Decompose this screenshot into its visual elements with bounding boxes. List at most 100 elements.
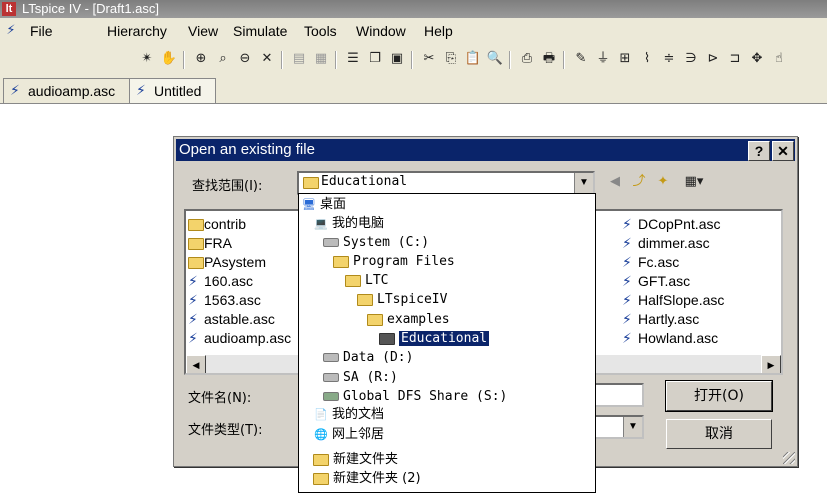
cancel-button[interactable]: 取消 [666,419,772,449]
capacitor-icon[interactable]: ≑ [660,50,678,68]
dropdown-item-ltc[interactable]: LTC [345,271,388,290]
new-folder-icon[interactable]: ✦ [654,173,672,191]
list-item[interactable]: ⚡ astable.asc [188,310,275,329]
dropdown-item-new-folder-2[interactable]: 新建文件夹 (2) [313,469,421,488]
my-documents-icon: 📄 [314,407,328,421]
ground-icon[interactable]: ⏚ [594,50,612,68]
move-icon[interactable]: ✥ [748,50,766,68]
inductor-icon[interactable]: ∋ [682,50,700,68]
zoom-area-icon[interactable]: ⌕ [214,50,232,68]
menu-view[interactable]: View [188,23,218,39]
menu-simulate[interactable]: Simulate [233,23,287,39]
chevron-down-icon[interactable]: ▼ [623,417,642,437]
folder-icon [188,238,204,251]
menu-tools[interactable]: Tools [304,23,337,39]
back-icon[interactable]: ◀ [606,173,624,191]
component-icon[interactable]: ⊐ [726,50,744,68]
zoom-fit-icon[interactable]: ✕ [258,50,276,68]
dropdown-item-network-places[interactable]: 🌐 网上邻居 [313,425,384,444]
cascade-icon[interactable]: ❐ [366,50,384,68]
cut-icon[interactable]: ✂ [420,50,438,68]
up-folder-icon[interactable]: ⤴ [630,173,648,191]
schematic-icon: ⚡ [136,83,146,99]
pan-hand-icon[interactable]: ✋ [160,50,178,68]
dropdown-item-data-d[interactable]: Data (D:) [323,348,413,367]
menu-window[interactable]: Window [356,23,406,39]
desktop-icon: 🖥 [302,197,316,211]
dropdown-item-desktop[interactable]: 🖥 桌面 [301,195,346,214]
list-item[interactable]: ⚡ HalfSlope.asc [622,291,724,310]
dropdown-item-global-dfs[interactable]: Global DFS Share (S:) [323,387,507,406]
look-in-combo[interactable]: Educational ▼ [297,171,595,195]
resize-grip[interactable] [783,452,795,464]
folder-icon [313,453,329,466]
tile-horizontal-icon[interactable]: ☰ [344,50,362,68]
dropdown-item-new-folder[interactable]: 新建文件夹 [313,450,398,469]
tab-audioamp[interactable]: ⚡ audioamp.asc [3,78,131,103]
filename-input[interactable] [592,383,644,407]
look-in-dropdown-list[interactable]: 🖥 桌面 💻 我的电脑 System (C:) Program Files LTC … [298,193,596,493]
resistor-icon[interactable]: ⌇ [638,50,656,68]
list-item[interactable]: ⚡ Fc.asc [622,253,679,272]
copy-icon[interactable]: ⎘ [442,50,460,68]
list-item[interactable]: ⚡ Howland.asc [622,329,718,348]
scroll-right-icon[interactable]: ▶ [761,355,781,373]
close-window-icon[interactable]: ▣ [388,50,406,68]
folder-icon [367,313,383,326]
list-item[interactable]: contrib [188,215,246,234]
plot-settings-icon[interactable]: ▦ [312,50,330,68]
list-item[interactable]: ⚡ GFT.asc [622,272,690,291]
folder-icon [313,472,329,485]
my-computer-icon: 💻 [314,216,328,230]
view-menu-icon[interactable]: ▦▾ [680,173,708,191]
dropdown-item-sa-r[interactable]: SA (R:) [323,368,398,387]
list-item[interactable]: PAsystem [188,253,266,272]
folder-icon [345,274,361,287]
print-icon[interactable]: 🖶 [540,50,558,68]
dropdown-item-system-c[interactable]: System (C:) [323,233,429,252]
dialog-title: Open an existing file [179,141,315,158]
menu-help[interactable]: Help [424,23,453,39]
paste-icon[interactable]: 📋 [464,50,482,68]
menu-file[interactable]: File [30,23,53,39]
menu-hierarchy[interactable]: Hierarchy [107,23,167,39]
draw-wire-icon[interactable]: ✎ [572,50,590,68]
drive-icon [323,353,339,362]
chevron-down-icon[interactable]: ▼ [574,173,593,193]
list-item[interactable]: ⚡ DCopPnt.asc [622,215,720,234]
label-net-icon[interactable]: ⊞ [616,50,634,68]
dropdown-item-program-files[interactable]: Program Files [333,252,455,271]
dropdown-item-ltspiceiv[interactable]: LTspiceIV [357,290,447,309]
list-item[interactable]: ⚡ 160.asc [188,272,253,291]
list-item[interactable]: ⚡ audioamp.asc [188,329,291,348]
scroll-left-icon[interactable]: ◀ [186,355,206,373]
diode-icon[interactable]: ⊳ [704,50,722,68]
zoom-out-icon[interactable]: ⊖ [236,50,254,68]
help-button[interactable]: ? [748,141,770,161]
close-button[interactable]: ✕ [772,141,794,161]
folder-icon [303,177,319,189]
list-item[interactable]: FRA [188,234,232,253]
dropdown-item-educational[interactable]: Educational [379,329,490,348]
network-drive-icon [323,392,339,401]
open-folder-icon [379,332,395,345]
drag-hand-icon[interactable]: ☝ [770,50,788,68]
run-icon[interactable]: ✴ [138,50,156,68]
folder-icon [333,255,349,268]
tab-untitled[interactable]: ⚡ Untitled [129,78,216,103]
filetype-combo[interactable]: ▼ [592,415,644,439]
schematic-file-icon: ⚡ [622,331,632,347]
open-button[interactable]: 打开(O) [665,380,773,412]
find-icon[interactable]: 🔍 [486,50,504,68]
dropdown-item-my-computer[interactable]: 💻 我的电脑 [313,214,384,233]
list-item[interactable]: ⚡ dimmer.asc [622,234,710,253]
dropdown-item-my-documents[interactable]: 📄 我的文档 [313,405,384,424]
drive-icon [323,238,339,247]
list-item[interactable]: ⚡ 1563.asc [188,291,261,310]
autorange-icon[interactable]: ▤ [290,50,308,68]
print-preview-icon[interactable]: ⎙ [518,50,536,68]
list-item[interactable]: ⚡ Hartly.asc [622,310,699,329]
dropdown-item-examples[interactable]: examples [367,310,450,329]
zoom-in-icon[interactable]: ⊕ [192,50,210,68]
schematic-file-icon: ⚡ [622,236,632,252]
